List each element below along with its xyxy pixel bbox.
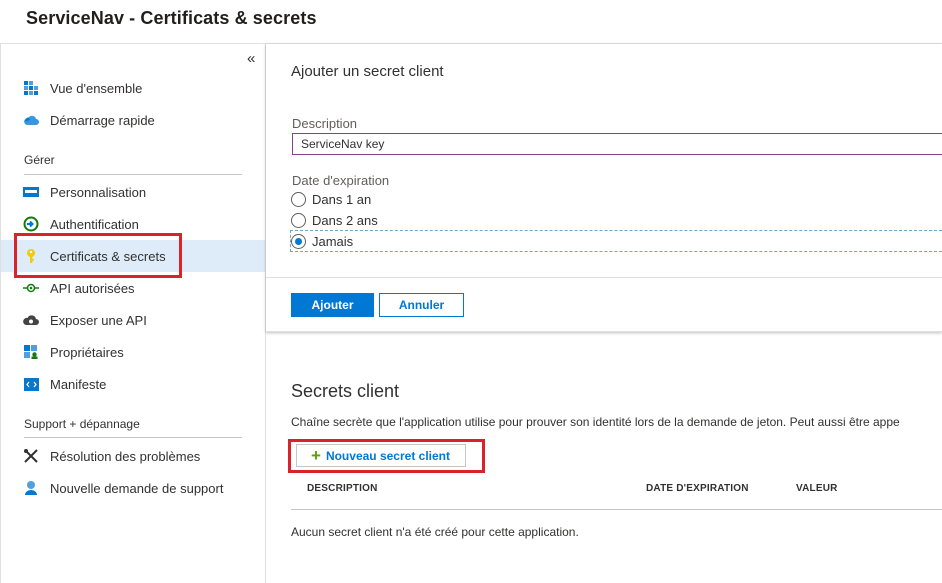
api-permissions-icon bbox=[23, 280, 39, 296]
sidebar-item-authentication[interactable]: Authentification bbox=[1, 208, 265, 240]
sidebar-item-overview[interactable]: Vue d'ensemble bbox=[1, 72, 265, 104]
add-button[interactable]: Ajouter bbox=[291, 293, 374, 317]
column-header-expiration: DATE D'EXPIRATION bbox=[646, 483, 749, 494]
section-header-manage: Gérer bbox=[24, 153, 55, 167]
new-client-secret-label: Nouveau secret client bbox=[325, 448, 450, 463]
radio-option-1-year[interactable]: Dans 1 an bbox=[291, 189, 371, 209]
sidebar-item-label: Propriétaires bbox=[50, 344, 124, 360]
page-title: ServiceNav - Certificats & secrets bbox=[26, 8, 317, 28]
sidebar-item-label: Personnalisation bbox=[50, 184, 147, 200]
owners-icon bbox=[23, 344, 39, 360]
manifest-icon bbox=[23, 376, 39, 392]
sidebar-item-api-permissions[interactable]: API autorisées bbox=[1, 272, 265, 304]
sidebar-item-label: Vue d'ensemble bbox=[50, 80, 143, 96]
column-header-description: DESCRIPTION bbox=[307, 483, 378, 494]
sidebar-item-label: API autorisées bbox=[50, 280, 135, 296]
support-icon bbox=[23, 480, 39, 496]
sidebar-item-troubleshooting[interactable]: Résolution des problèmes bbox=[1, 440, 265, 472]
radio-label: Jamais bbox=[312, 233, 354, 249]
table-header-divider bbox=[291, 509, 942, 510]
sidebar-item-new-support-request[interactable]: Nouvelle demande de support bbox=[1, 472, 265, 504]
auth-icon bbox=[23, 216, 39, 232]
radio-option-never[interactable]: Jamais bbox=[290, 230, 942, 252]
cancel-button[interactable]: Annuler bbox=[379, 293, 464, 317]
add-client-secret-panel: Ajouter un secret client Description Dat… bbox=[266, 44, 942, 332]
section-divider bbox=[24, 437, 242, 438]
cloud-icon bbox=[23, 112, 39, 128]
radio-label: Dans 1 an bbox=[312, 191, 372, 207]
sidebar-item-quickstart[interactable]: Démarrage rapide bbox=[1, 104, 265, 136]
sidebar-item-label: Manifeste bbox=[50, 376, 107, 392]
sidebar-item-label: Résolution des problèmes bbox=[50, 448, 201, 464]
sidebar-item-certificates-secrets[interactable]: Certificats & secrets bbox=[1, 240, 265, 272]
title-bar: ServiceNav - Certificats & secrets bbox=[0, 0, 942, 44]
collapse-sidebar-button[interactable]: « bbox=[247, 50, 255, 67]
sidebar-item-expose-api[interactable]: Exposer une API bbox=[1, 304, 265, 336]
wrench-icon bbox=[23, 448, 39, 464]
panel-title: Ajouter un secret client bbox=[291, 63, 444, 80]
column-header-value: VALEUR bbox=[796, 483, 838, 494]
radio-button[interactable] bbox=[291, 191, 306, 207]
sidebar-item-manifest[interactable]: Manifeste bbox=[1, 368, 265, 400]
key-icon bbox=[23, 248, 39, 264]
radio-button[interactable] bbox=[291, 212, 306, 228]
grid-icon bbox=[23, 80, 39, 96]
radio-label: Dans 2 ans bbox=[312, 212, 378, 228]
radio-option-2-years[interactable]: Dans 2 ans bbox=[291, 210, 378, 230]
client-secrets-title: Secrets client bbox=[291, 381, 400, 401]
sidebar-item-label: Authentification bbox=[50, 216, 139, 232]
sidebar-item-label: Nouvelle demande de support bbox=[50, 480, 224, 496]
expiration-label: Date d'expiration bbox=[292, 173, 390, 188]
panel-divider bbox=[266, 277, 942, 278]
client-secrets-description: Chaîne secrète que l'application utilise… bbox=[291, 415, 900, 429]
branding-icon bbox=[23, 184, 39, 200]
sidebar-item-owners[interactable]: Propriétaires bbox=[1, 336, 265, 368]
radio-button[interactable] bbox=[291, 233, 306, 249]
empty-state-message: Aucun secret client n'a été créé pour ce… bbox=[291, 525, 579, 539]
section-divider bbox=[24, 174, 242, 175]
section-header-support: Support + dépannage bbox=[24, 417, 140, 431]
sidebar: « Vue d'ensemble Démarrage rapide Gérer … bbox=[1, 44, 265, 583]
cloud-gear-icon bbox=[23, 312, 39, 328]
new-client-secret-button[interactable]: + Nouveau secret client bbox=[296, 444, 466, 467]
plus-icon: + bbox=[311, 446, 321, 465]
description-input[interactable] bbox=[292, 133, 942, 155]
description-label: Description bbox=[292, 116, 358, 131]
sidebar-item-label: Certificats & secrets bbox=[50, 248, 166, 264]
sidebar-item-branding[interactable]: Personnalisation bbox=[1, 176, 265, 208]
sidebar-item-label: Exposer une API bbox=[50, 312, 147, 328]
sidebar-item-label: Démarrage rapide bbox=[50, 112, 155, 128]
